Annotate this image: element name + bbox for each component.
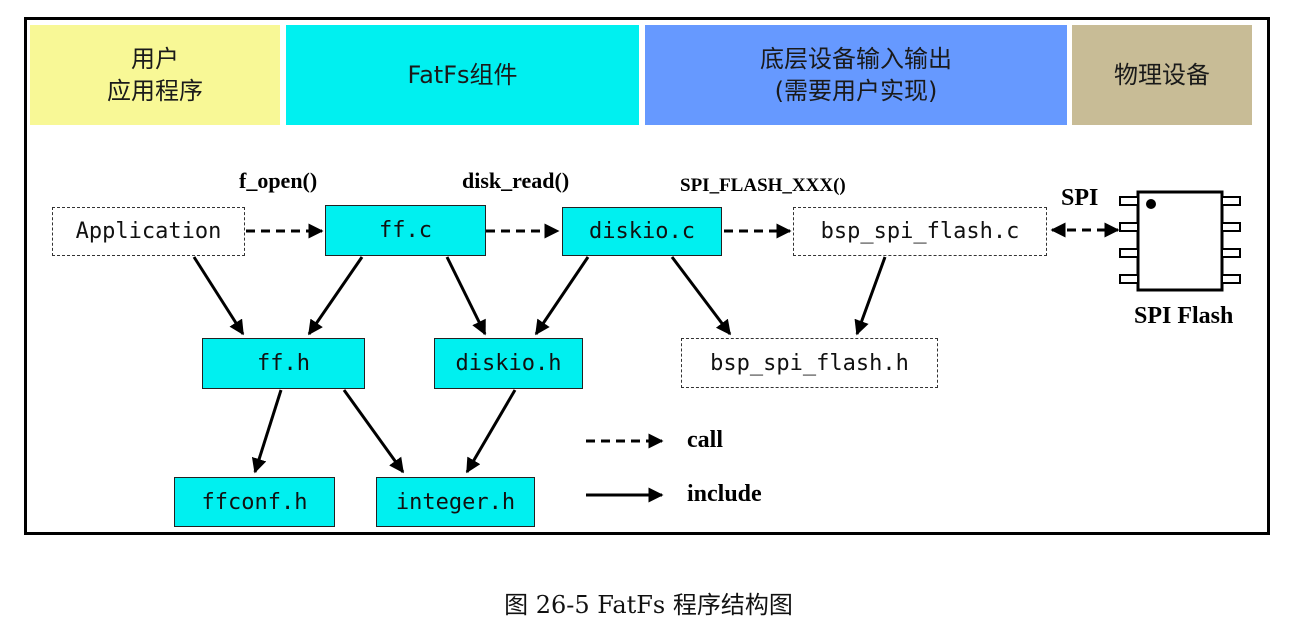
include-arrow-bspc-bsph	[854, 256, 887, 336]
label-spi-flash-xxx: SPI_FLASH_XXX()	[680, 175, 846, 196]
box-diskio-c: diskio.c	[562, 207, 722, 256]
legend-call-label: call	[687, 427, 723, 453]
arrows-layer	[192, 190, 1241, 503]
legend-include-label: include	[687, 481, 762, 507]
include-arrow-diskioh-integerh	[465, 389, 517, 474]
label-disk-read: disk_read()	[462, 168, 570, 193]
box-bsp-spi-flash-c: bsp_spi_flash.c	[793, 207, 1047, 256]
include-arrow-ffc-diskioh	[445, 256, 487, 336]
figure-caption: 图 26-5 FatFs 程序结构图	[504, 591, 793, 619]
box-bsp-spi-flash-h: bsp_spi_flash.h	[681, 338, 938, 388]
include-arrow-ffh-integerh	[342, 389, 405, 474]
label-spi-flash: SPI Flash	[1134, 303, 1234, 329]
box-ff-h: ff.h	[202, 338, 365, 389]
include-arrow-app-ffh	[192, 256, 245, 336]
label-spi: SPI	[1061, 185, 1099, 211]
box-integer-h: integer.h	[376, 477, 535, 527]
label-f-open: f_open()	[239, 168, 318, 193]
box-ffconf-h: ffconf.h	[174, 477, 335, 527]
spi-flash-chip-icon	[1119, 190, 1241, 292]
box-ff-c: ff.c	[325, 205, 486, 256]
include-arrow-ffh-ffconfh	[251, 389, 283, 474]
include-arrow-diskioc-bsph	[670, 256, 732, 336]
box-application: Application	[52, 207, 245, 256]
include-arrow-diskioc-diskioh	[534, 256, 590, 336]
include-arrow-ffc-ffh	[307, 256, 364, 336]
box-diskio-h: diskio.h	[434, 338, 583, 389]
